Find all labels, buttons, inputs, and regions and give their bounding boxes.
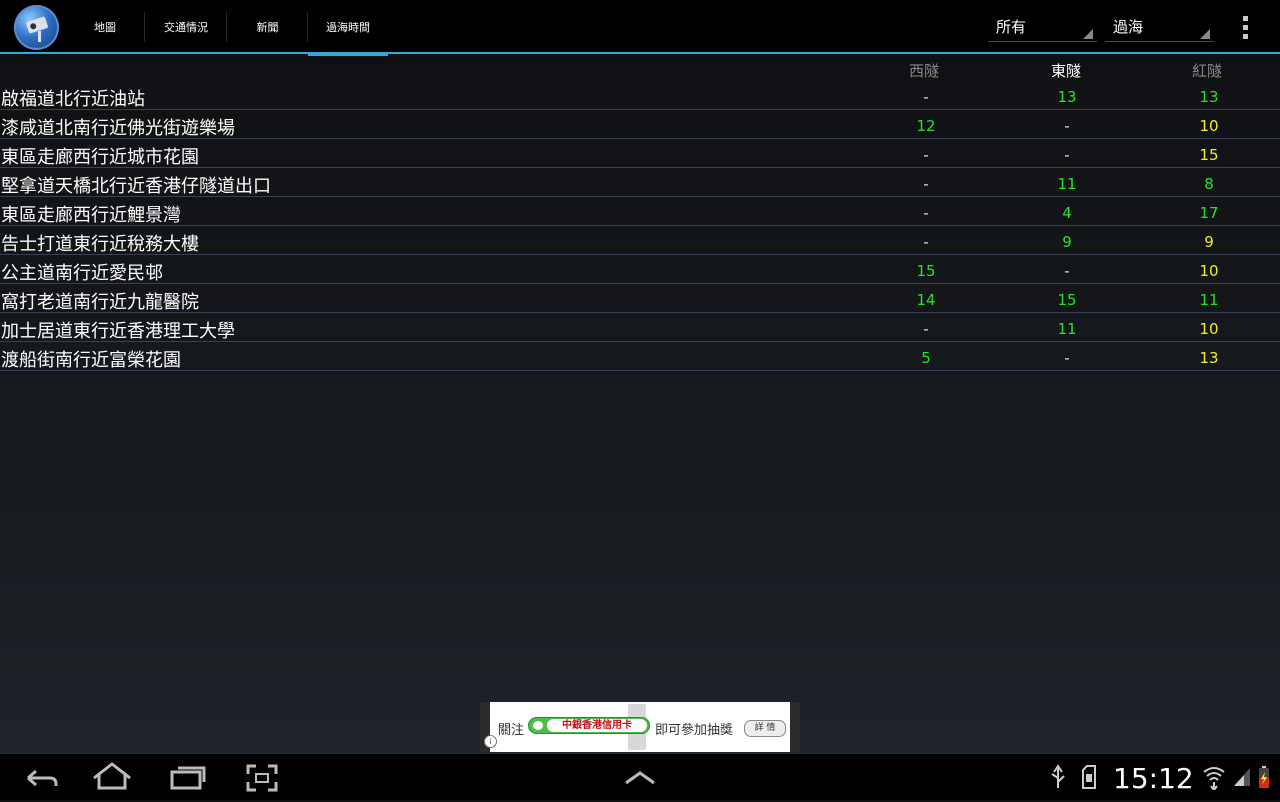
east-tunnel-time: - [1064, 349, 1070, 367]
east-tunnel-time: 11 [1057, 320, 1077, 338]
type-spinner-value: 過海 [1113, 18, 1144, 36]
location-name: 東區走廊西行近城市花園 [1, 147, 199, 168]
tab-news-label: 新聞 [256, 21, 279, 34]
spinner-arrow-icon [1200, 29, 1210, 39]
tab-news[interactable]: 新聞 [227, 0, 308, 54]
action-bar: 地圖 交通情況 新聞 過海時間 所有 過海 [0, 0, 1280, 56]
usb-icon [1048, 764, 1068, 790]
table-row[interactable]: 公主道南行近愛民邨 15 - 10 [0, 255, 1280, 284]
location-name: 窩打老道南行近九龍醫院 [1, 292, 199, 313]
ad-pill: 中銀香港信用卡 [528, 717, 650, 734]
west-tunnel-time: - [923, 320, 929, 338]
east-tunnel-time: 13 [1057, 88, 1077, 106]
west-tunnel-time: - [923, 233, 929, 251]
west-tunnel-time: 15 [916, 262, 936, 280]
west-tunnel-time: 12 [916, 117, 936, 135]
location-name: 渡船街南行近富榮花園 [1, 350, 181, 371]
west-tunnel-time: 5 [921, 349, 931, 367]
location-name: 告士打道東行近稅務大樓 [1, 234, 199, 255]
location-name: 漆咸道北南行近佛光街遊樂場 [1, 118, 235, 139]
red-tunnel-time: 17 [1199, 204, 1219, 222]
tab-bar: 地圖 交通情況 新聞 過海時間 [65, 0, 388, 56]
west-tunnel-time: - [923, 146, 929, 164]
east-tunnel-time: 15 [1057, 291, 1077, 309]
area-spinner-value: 所有 [996, 18, 1027, 36]
tab-crossing-time[interactable]: 過海時間 [308, 0, 388, 56]
east-tunnel-time: 4 [1062, 204, 1072, 222]
tab-crossing-time-label: 過海時間 [326, 21, 370, 34]
east-tunnel-time: 9 [1062, 233, 1072, 251]
signal-icon [1232, 764, 1252, 790]
battery-icon [1256, 764, 1272, 790]
location-name: 啟福道北行近油站 [1, 89, 145, 110]
info-icon[interactable]: i [484, 735, 497, 748]
wechat-icon [533, 721, 543, 730]
ad-text-before: 關注 [498, 723, 525, 738]
table-row[interactable]: 加士居道東行近香港理工大學 - 11 10 [0, 313, 1280, 342]
location-name: 東區走廊西行近鯉景灣 [1, 205, 181, 226]
header-red-tunnel: 紅隧 [1191, 62, 1222, 80]
table-row[interactable]: 渡船街南行近富榮花園 5 - 13 [0, 342, 1280, 371]
red-tunnel-time: 10 [1199, 117, 1219, 135]
tab-map-label: 地圖 [94, 21, 116, 34]
west-tunnel-time: 14 [916, 291, 936, 309]
west-tunnel-time: - [923, 204, 929, 222]
table-row[interactable]: 東區走廊西行近鯉景灣 - 4 17 [0, 197, 1280, 226]
table-row[interactable]: 窩打老道南行近九龍醫院 14 15 11 [0, 284, 1280, 313]
clock: 15:12 [1113, 762, 1194, 795]
location-name: 加士居道東行近香港理工大學 [1, 321, 235, 342]
east-tunnel-time: - [1064, 117, 1070, 135]
recent-apps-icon[interactable] [160, 754, 220, 802]
sdcard-icon [1080, 764, 1098, 790]
red-tunnel-time: 8 [1204, 175, 1214, 193]
red-tunnel-time: 13 [1199, 88, 1219, 106]
ad-text-after: 即可參加抽獎 [655, 723, 734, 738]
table-row[interactable]: 告士打道東行近稅務大樓 - 9 9 [0, 226, 1280, 255]
red-tunnel-time: 10 [1199, 320, 1219, 338]
wifi-icon [1202, 764, 1226, 792]
tab-map[interactable]: 地圖 [65, 0, 145, 54]
east-tunnel-time: 11 [1057, 175, 1077, 193]
area-spinner[interactable]: 所有 [988, 10, 1097, 42]
red-tunnel-time: 11 [1199, 291, 1219, 309]
red-tunnel-time: 10 [1199, 262, 1219, 280]
west-tunnel-time: - [923, 175, 929, 193]
crossing-time-table: 啟福道北行近油站 - 13 13 漆咸道北南行近佛光街遊樂場 12 - 10 東… [0, 81, 1280, 371]
red-tunnel-time: 9 [1204, 233, 1214, 251]
app-camera-icon[interactable] [14, 5, 59, 50]
ad-detail-button[interactable]: 詳 情 [744, 720, 786, 737]
screenshot-icon[interactable] [236, 754, 296, 802]
header-west-tunnel: 西隧 [908, 62, 939, 80]
red-tunnel-time: 13 [1199, 349, 1219, 367]
tab-traffic-label: 交通情況 [164, 21, 208, 34]
west-tunnel-time: - [923, 88, 929, 106]
up-chevron-icon[interactable] [610, 754, 670, 802]
location-name: 堅拿道天橋北行近香港仔隧道出口 [1, 176, 271, 197]
east-tunnel-time: - [1064, 262, 1070, 280]
spinner-arrow-icon [1083, 29, 1093, 39]
table-row[interactable]: 啟福道北行近油站 - 13 13 [0, 81, 1280, 110]
home-icon[interactable] [84, 754, 144, 802]
system-nav-bar: 15:12 [0, 752, 1280, 800]
back-icon[interactable] [14, 754, 74, 802]
east-tunnel-time: - [1064, 146, 1070, 164]
overflow-menu-icon[interactable] [1243, 16, 1249, 40]
location-name: 公主道南行近愛民邨 [1, 263, 163, 284]
type-spinner[interactable]: 過海 [1105, 10, 1214, 42]
ad-pill-text: 中銀香港信用卡 [547, 719, 647, 732]
tab-traffic[interactable]: 交通情況 [145, 0, 227, 54]
table-row[interactable]: 堅拿道天橋北行近香港仔隧道出口 - 11 8 [0, 168, 1280, 197]
table-row[interactable]: 東區走廊西行近城市花園 - - 15 [0, 139, 1280, 168]
table-row[interactable]: 漆咸道北南行近佛光街遊樂場 12 - 10 [0, 110, 1280, 139]
header-east-tunnel: 東隧 [1050, 62, 1081, 80]
ad-banner[interactable]: 關注 中銀香港信用卡 即可參加抽獎 詳 情 i [480, 702, 800, 752]
red-tunnel-time: 15 [1199, 146, 1219, 164]
